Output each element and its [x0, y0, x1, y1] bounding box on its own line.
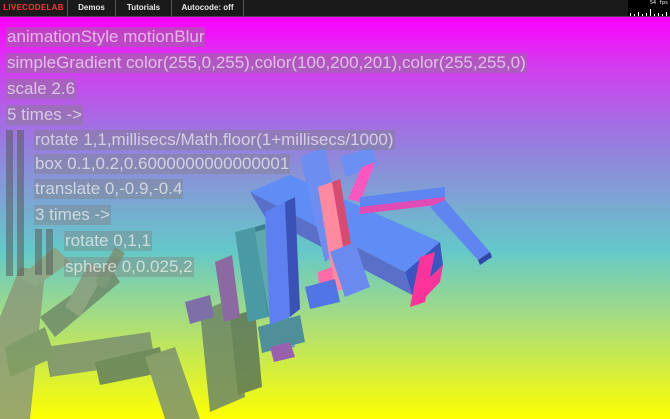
fps-meter: 54 fps [628, 0, 670, 16]
fps-graph [628, 7, 670, 16]
autocode-toggle[interactable]: Autocode: off [172, 0, 244, 16]
code-line[interactable]: rotate 0,1,1 [64, 231, 153, 251]
indent-marker [17, 130, 24, 276]
menu-bar: LIVECODELAB Demos Tutorials Autocode: of… [0, 0, 670, 17]
code-line[interactable]: rotate 1,1,millisecs/Math.floor(1+millis… [34, 130, 395, 150]
faded-box [145, 347, 200, 419]
blue-box [340, 147, 378, 177]
code-line[interactable]: animationStyle motionBlur [6, 27, 206, 47]
indent-marker [46, 229, 53, 275]
render-canvas[interactable]: animationStyle motionBlur simpleGradient… [0, 17, 670, 419]
faded-box [20, 247, 70, 287]
code-line[interactable]: sphere 0,0.025,2 [64, 257, 194, 277]
tutorials-menu[interactable]: Tutorials [116, 0, 172, 16]
code-line[interactable]: 3 times -> [34, 205, 112, 225]
livecodelab-logo[interactable]: LIVECODELAB [0, 0, 68, 16]
indent-marker [35, 229, 42, 275]
code-line[interactable]: translate 0,-0.9,-0.4 [34, 179, 184, 199]
code-line[interactable]: box 0.1,0.2,0.6000000000000001 [34, 154, 291, 174]
code-line[interactable]: scale 2.6 [6, 79, 77, 99]
blue-box [305, 279, 340, 309]
code-line[interactable]: simpleGradient color(255,0,255),color(10… [6, 53, 527, 73]
fps-value: 54 fps [649, 0, 668, 6]
demos-menu[interactable]: Demos [68, 0, 116, 16]
indent-marker [6, 130, 13, 276]
code-line[interactable]: 5 times -> [6, 105, 84, 125]
